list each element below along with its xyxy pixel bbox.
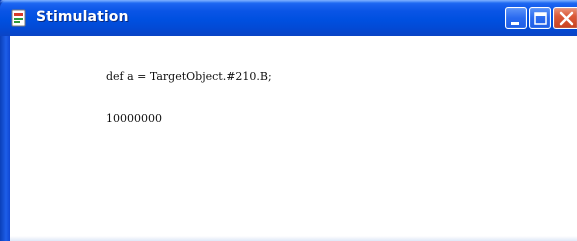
title-bar[interactable]: Stimulation	[0, 0, 577, 36]
maximize-icon	[534, 12, 547, 25]
output-line-1: def a = TargetObject.#210.B;	[106, 70, 272, 83]
close-icon	[559, 11, 574, 26]
window-bottom-edge	[10, 236, 577, 241]
output-text: def a = TargetObject.#210.B; 10000000	[106, 42, 272, 154]
output-line-2: 10000000	[106, 112, 162, 125]
document-app-icon[interactable]	[10, 9, 28, 27]
minimize-button[interactable]	[505, 7, 527, 29]
maximize-button[interactable]	[529, 7, 551, 29]
close-button[interactable]	[553, 7, 577, 29]
stimulation-window: Stimulation def a = TargetObject.#210.B;…	[0, 0, 577, 241]
window-title: Stimulation	[36, 9, 129, 25]
content-area[interactable]	[10, 36, 577, 241]
minimize-icon	[511, 22, 519, 25]
